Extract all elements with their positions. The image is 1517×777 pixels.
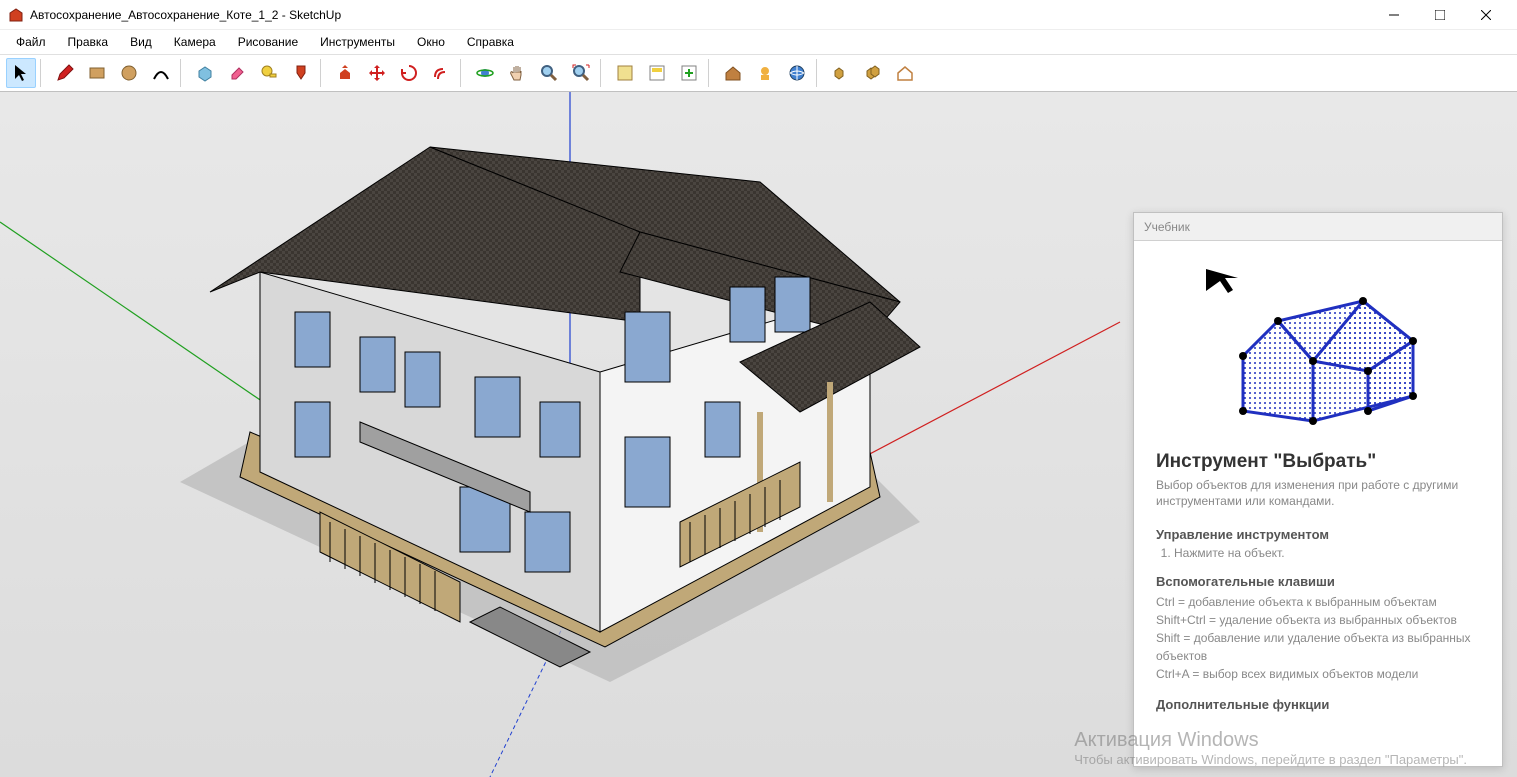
tool-zoom-extents[interactable]	[566, 58, 596, 88]
toolbar-separator	[708, 59, 714, 87]
tool-circle[interactable]	[114, 58, 144, 88]
instructor-step: Нажмите на объект.	[1174, 546, 1480, 560]
instructor-key: Shift = добавление или удаление объекта …	[1156, 629, 1480, 665]
tool-solid-subtract[interactable]	[858, 58, 888, 88]
menu-draw[interactable]: Рисование	[228, 32, 308, 52]
title-bar: Автосохранение_Автосохранение_Коте_1_2 -…	[0, 0, 1517, 30]
instructor-section-operation: Управление инструментом	[1156, 527, 1480, 542]
tool-move[interactable]	[362, 58, 392, 88]
toolbar-separator	[40, 59, 46, 87]
window-controls	[1371, 0, 1509, 30]
main-toolbar	[0, 54, 1517, 92]
tool-share[interactable]	[674, 58, 704, 88]
toolbar-separator	[600, 59, 606, 87]
toolbar-separator	[460, 59, 466, 87]
tool-zoom[interactable]	[534, 58, 564, 88]
maximize-button[interactable]	[1417, 0, 1463, 30]
toolbar-separator	[180, 59, 186, 87]
toolbar-separator	[320, 59, 326, 87]
tool-solid-union[interactable]	[826, 58, 856, 88]
minimize-button[interactable]	[1371, 0, 1417, 30]
toolbar-separator	[816, 59, 822, 87]
tool-arc[interactable]	[146, 58, 176, 88]
tool-select[interactable]	[6, 58, 36, 88]
tool-pan[interactable]	[502, 58, 532, 88]
instructor-header-label: Учебник	[1144, 220, 1190, 234]
tool-eraser[interactable]	[222, 58, 252, 88]
menu-file[interactable]: Файл	[6, 32, 56, 52]
menu-help[interactable]: Справка	[457, 32, 524, 52]
tool-solid-trim[interactable]	[890, 58, 920, 88]
instructor-key: Ctrl = добавление объекта к выбранным об…	[1156, 593, 1480, 611]
instructor-header[interactable]: Учебник	[1134, 213, 1502, 241]
tool-layout[interactable]	[750, 58, 780, 88]
menu-camera[interactable]: Камера	[164, 32, 226, 52]
instructor-panel: Учебник Инструмен	[1133, 212, 1503, 767]
tool-make-component[interactable]	[190, 58, 220, 88]
close-button[interactable]	[1463, 0, 1509, 30]
app-icon	[8, 7, 24, 23]
tool-tape[interactable]	[254, 58, 284, 88]
workspace: Учебник Инструмен	[0, 92, 1517, 777]
instructor-section-extra: Дополнительные функции	[1156, 697, 1480, 712]
window-title: Автосохранение_Автосохранение_Коте_1_2 -…	[30, 8, 1371, 22]
menu-tools[interactable]: Инструменты	[310, 32, 405, 52]
tool-rectangle[interactable]	[82, 58, 112, 88]
instructor-body[interactable]: Инструмент "Выбрать" Выбор объектов для …	[1134, 241, 1502, 766]
instructor-section-keys: Вспомогательные клавиши	[1156, 574, 1480, 589]
tool-add-location[interactable]	[610, 58, 640, 88]
tool-3d-warehouse[interactable]	[782, 58, 812, 88]
tool-rotate[interactable]	[394, 58, 424, 88]
tool-offset[interactable]	[426, 58, 456, 88]
instructor-key: Ctrl+A = выбор всех видимых объектов мод…	[1156, 665, 1480, 683]
instructor-key: Shift+Ctrl = удаление объекта из выбранн…	[1156, 611, 1480, 629]
instructor-illustration	[1198, 261, 1438, 431]
instructor-tool-title: Инструмент "Выбрать"	[1156, 451, 1480, 473]
tool-orbit[interactable]	[470, 58, 500, 88]
instructor-description: Выбор объектов для изменения при работе …	[1156, 477, 1480, 509]
menu-window[interactable]: Окно	[407, 32, 455, 52]
tool-extension-warehouse[interactable]	[718, 58, 748, 88]
tool-paint[interactable]	[286, 58, 316, 88]
instructor-steps: Нажмите на объект.	[1156, 546, 1480, 560]
tool-push-pull[interactable]	[330, 58, 360, 88]
instructor-keys-list: Ctrl = добавление объекта к выбранным об…	[1156, 593, 1480, 683]
menu-bar: Файл Правка Вид Камера Рисование Инструм…	[0, 30, 1517, 54]
menu-edit[interactable]: Правка	[58, 32, 119, 52]
tool-pencil[interactable]	[50, 58, 80, 88]
menu-view[interactable]: Вид	[120, 32, 162, 52]
tool-get-models[interactable]	[642, 58, 672, 88]
